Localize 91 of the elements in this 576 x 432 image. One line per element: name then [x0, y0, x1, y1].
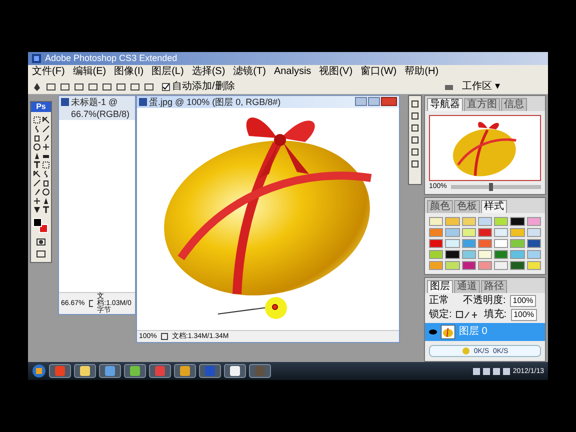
workspace-menu[interactable]: 工作区 ▾ — [458, 82, 504, 92]
auto-add-delete-checkbox[interactable]: 自动添加/删除 — [162, 82, 235, 92]
panel-tab[interactable]: 直方图 — [464, 98, 500, 111]
document-icon — [61, 98, 69, 106]
style-swatch[interactable] — [429, 217, 444, 226]
style-swatch[interactable] — [462, 261, 476, 270]
taskbar-app-icon[interactable] — [99, 364, 121, 378]
style-swatch[interactable] — [462, 228, 476, 237]
taskbar-app-icon[interactable] — [224, 364, 246, 378]
tool-icon[interactable] — [32, 161, 40, 169]
taskbar-app-icon[interactable] — [174, 364, 196, 378]
layer-thumbnail-drawing — [441, 325, 455, 339]
style-swatch[interactable] — [510, 228, 525, 237]
style-swatch[interactable] — [526, 261, 541, 270]
style-swatch[interactable] — [478, 250, 492, 259]
panel-tab[interactable]: 导航器 — [427, 98, 463, 111]
tool-icon[interactable] — [42, 116, 50, 124]
taskbar-app-icon[interactable] — [74, 364, 96, 378]
panel-tab[interactable]: 图层 — [427, 280, 453, 293]
fill-label: 填充: — [484, 309, 507, 321]
style-swatch[interactable] — [462, 250, 476, 259]
style-swatch[interactable] — [445, 239, 460, 248]
style-swatch[interactable] — [526, 250, 541, 259]
panel-tab[interactable]: 通道 — [454, 280, 480, 293]
fill-field[interactable]: 100% — [510, 309, 538, 321]
menu-item[interactable]: 帮助(H) — [404, 67, 439, 77]
style-swatch[interactable] — [494, 261, 508, 270]
opacity-label: 不透明度: — [463, 295, 506, 307]
start-button[interactable] — [32, 364, 46, 378]
style-swatch[interactable] — [510, 239, 525, 248]
style-swatch[interactable] — [526, 217, 541, 226]
style-swatch[interactable] — [526, 228, 541, 237]
panel-tab[interactable]: 信息 — [501, 98, 527, 111]
app-logo: Ps — [31, 102, 51, 112]
zoom-slider[interactable] — [450, 184, 541, 188]
tool-icon[interactable] — [32, 197, 40, 205]
style-swatch[interactable] — [494, 250, 508, 259]
menu-item[interactable]: 图像(I) — [114, 67, 144, 77]
menu-item[interactable]: 图层(L) — [152, 67, 184, 77]
panel-tab[interactable]: 路径 — [481, 280, 507, 293]
style-swatch[interactable] — [510, 217, 525, 226]
style-swatch[interactable] — [429, 228, 444, 237]
menu-item[interactable]: 编辑(E) — [72, 67, 106, 77]
taskbar-app-icon[interactable] — [124, 364, 146, 378]
style-swatch[interactable] — [445, 250, 460, 259]
style-swatch[interactable] — [462, 239, 476, 248]
window-title: Adobe Photoshop CS3 Extended — [45, 54, 178, 63]
style-swatch[interactable] — [494, 217, 508, 226]
speed-icon — [462, 347, 470, 355]
style-swatch[interactable] — [462, 217, 476, 226]
style-swatch[interactable] — [478, 217, 492, 226]
tool-icon[interactable] — [32, 170, 40, 178]
menu-item[interactable]: 窗口(W) — [360, 67, 397, 77]
panel-tab[interactable]: 色板 — [454, 200, 480, 213]
panel-tab[interactable]: 样式 — [481, 200, 507, 213]
menu-item[interactable]: 视图(V) — [319, 67, 353, 77]
menu-item[interactable]: 滤镜(T) — [233, 67, 266, 77]
tool-icon[interactable] — [42, 206, 50, 214]
style-swatch[interactable] — [445, 217, 460, 226]
opacity-field[interactable]: 100% — [510, 295, 536, 307]
style-swatch[interactable] — [429, 261, 444, 270]
style-swatch[interactable] — [494, 228, 508, 237]
style-swatch[interactable] — [478, 228, 492, 237]
panel-tab[interactable]: 颜色 — [427, 200, 453, 213]
app-icon — [32, 54, 41, 63]
lock-options-icon[interactable] — [456, 311, 480, 319]
slider-thumb[interactable] — [489, 182, 494, 190]
style-swatch[interactable] — [510, 261, 525, 270]
style-swatch[interactable] — [478, 261, 492, 270]
style-swatch[interactable] — [429, 250, 444, 259]
style-swatch[interactable] — [494, 239, 508, 248]
pen-tool-icon[interactable] — [32, 82, 42, 92]
tool-icon[interactable] — [42, 143, 50, 151]
menu-item[interactable]: 文件(F) — [32, 67, 65, 77]
screen-mode-icon[interactable] — [36, 250, 46, 258]
style-swatch[interactable] — [445, 261, 460, 270]
style-swatch[interactable] — [429, 239, 444, 248]
lock-label: 锁定: — [429, 309, 452, 321]
style-swatch[interactable] — [510, 250, 525, 259]
style-swatch[interactable] — [445, 228, 460, 237]
menu-item[interactable]: Analysis — [274, 67, 312, 77]
blend-mode-dropdown[interactable]: 正常 — [429, 295, 459, 307]
style-swatch[interactable] — [478, 239, 492, 248]
style-swatch[interactable] — [526, 239, 541, 248]
foreground-color-chip[interactable] — [33, 218, 42, 227]
eye-icon[interactable] — [429, 328, 437, 336]
cursor-highlight — [265, 297, 287, 319]
menu-item[interactable]: 选择(S) — [192, 67, 226, 77]
checkmark-icon — [163, 84, 169, 90]
document-icon — [139, 98, 147, 106]
quick-mask-icon[interactable] — [36, 238, 46, 246]
